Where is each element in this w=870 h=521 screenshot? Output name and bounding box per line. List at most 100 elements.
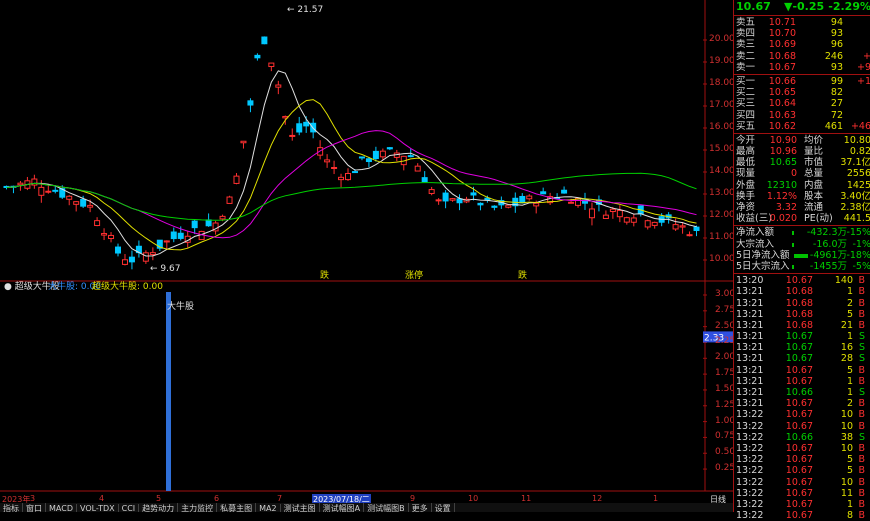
indicator-tab[interactable]: 设置 xyxy=(432,503,455,512)
candle-body xyxy=(297,124,302,132)
trade-row: 13:2210.675B xyxy=(734,454,870,465)
trade-side: S xyxy=(859,387,865,398)
trade-volume: 10 xyxy=(841,443,853,454)
bid-row-label: 买五 xyxy=(736,121,755,132)
stat-value: 10.90 xyxy=(770,135,797,146)
indicator-tab[interactable]: 私募主图 xyxy=(217,503,256,512)
indicator-tab[interactable]: 主力监控 xyxy=(178,503,217,512)
candle-body xyxy=(88,205,93,207)
time-axis-label: 4 xyxy=(99,494,104,503)
trade-volume: 5 xyxy=(847,365,853,376)
bid-row-value: 10.66 xyxy=(769,76,796,87)
stat-label: PE(动) xyxy=(804,213,833,224)
candle-body xyxy=(150,253,155,255)
trade-price: 10.68 xyxy=(786,309,813,320)
trade-price: 10.67 xyxy=(786,421,813,432)
candle-body xyxy=(46,191,51,192)
trade-side: B xyxy=(858,275,865,286)
stat-value: 3.32 xyxy=(776,202,797,213)
trade-time: 13:20 xyxy=(736,275,763,286)
candle-body xyxy=(450,199,455,201)
bid-row-volume: 82 xyxy=(831,87,843,98)
trade-row: 13:2210.6711B xyxy=(734,488,870,499)
indicator-tab[interactable]: 趋势动力 xyxy=(139,503,178,512)
candle-body xyxy=(53,190,58,191)
trade-volume: 1 xyxy=(847,376,853,387)
ma20-line xyxy=(7,131,697,238)
indicator-tabs: 指标窗口MACDVOL-TDXCCI趋势动力主力监控私募主图MA2测试主图测试幅… xyxy=(0,503,733,512)
trade-time: 13:22 xyxy=(736,409,763,420)
trade-price: 10.68 xyxy=(786,298,813,309)
trade-time: 13:22 xyxy=(736,443,763,454)
candle-body xyxy=(116,247,121,253)
ask-row: 卖一10.6793+9 xyxy=(734,62,870,73)
trade-volume: 10 xyxy=(841,409,853,420)
time-axis-label: 11 xyxy=(521,494,531,503)
price-tick-label: 17.00 xyxy=(709,100,735,110)
trade-volume: 5 xyxy=(847,309,853,320)
indicator-tab[interactable]: 更多 xyxy=(409,503,432,512)
indicator-tab[interactable]: 指标 xyxy=(0,503,23,512)
bid-row: 买四10.6372 xyxy=(734,110,870,121)
stat-value: 0.82 xyxy=(850,146,870,157)
indicator-tab[interactable]: 测试主图 xyxy=(281,503,320,512)
bid-row-volume: 461 xyxy=(825,121,843,132)
candle-body xyxy=(645,221,650,227)
stat-label: 内盘 xyxy=(804,180,823,191)
candle-body xyxy=(67,196,72,199)
candle-body xyxy=(569,202,574,203)
trade-price: 10.67 xyxy=(786,376,813,387)
trade-ticker[interactable]: 13:2010.67140B13:2110.681B13:2110.682B13… xyxy=(734,275,870,521)
candle-body xyxy=(415,166,420,171)
trade-time: 13:22 xyxy=(736,421,763,432)
candle-body xyxy=(18,183,23,185)
stat-value: 12310 xyxy=(767,180,797,191)
trade-time: 13:21 xyxy=(736,286,763,297)
candle-body xyxy=(694,227,699,230)
flow-row: 5日大宗流入-1455万-5% xyxy=(734,261,870,272)
chart-area[interactable]: ← 21.57← 9.67跌涨停跌● 超级大牛股大牛股: 0.00超级大牛股: … xyxy=(0,0,733,512)
bid-row-label: 买二 xyxy=(736,87,755,98)
candle-body xyxy=(352,172,357,173)
trade-row: 13:2210.671B xyxy=(734,499,870,510)
candle-body xyxy=(129,257,134,262)
trade-side: B xyxy=(858,421,865,432)
indicator-tab[interactable]: VOL-TDX xyxy=(77,504,119,512)
time-axis-label: 5 xyxy=(156,494,161,503)
candle-body xyxy=(304,122,309,126)
trade-side: B xyxy=(858,376,865,387)
candle-body xyxy=(541,192,546,194)
indicator-tab[interactable]: 测试幅图B xyxy=(364,503,409,512)
trade-side: S xyxy=(859,331,865,342)
indicator-tab[interactable]: MACD xyxy=(46,504,77,512)
candle-body xyxy=(562,190,567,193)
time-axis-label: 9 xyxy=(410,494,415,503)
trade-row: 13:2110.6716S xyxy=(734,342,870,353)
bid-row: 买三10.6427 xyxy=(734,98,870,109)
candle-body xyxy=(422,178,427,182)
trade-price: 10.67 xyxy=(786,454,813,465)
ask-row-volume: 93 xyxy=(831,28,843,39)
indicator-tab[interactable]: CCI xyxy=(119,504,140,512)
candle-body xyxy=(227,197,232,203)
kline-chart[interactable]: ← 21.57← 9.67跌涨停跌● 超级大牛股大牛股: 0.00超级大牛股: … xyxy=(0,0,733,512)
stat-row: 现量0总量2556 xyxy=(734,168,870,179)
price-tick-label: 13.00 xyxy=(709,188,735,198)
trade-row: 13:2110.681B xyxy=(734,286,870,297)
trade-time: 13:21 xyxy=(736,387,763,398)
trade-volume: 1 xyxy=(847,331,853,342)
indicator-tab[interactable]: MA2 xyxy=(256,504,280,512)
flow-label: 5日大宗流入 xyxy=(736,261,790,272)
stat-value: 1425 xyxy=(847,180,870,191)
candle-body xyxy=(346,173,351,179)
trade-volume: 5 xyxy=(847,454,853,465)
indicator-tab[interactable]: 测试幅图A xyxy=(320,503,364,512)
candle-body xyxy=(589,209,594,218)
trade-side: B xyxy=(858,454,865,465)
stat-label: 净资 xyxy=(736,202,755,213)
bid-row: 买五10.62461+46 xyxy=(734,121,870,132)
trade-volume: 10 xyxy=(841,421,853,432)
trade-volume: 38 xyxy=(841,432,853,443)
candle-body xyxy=(631,218,636,222)
indicator-tab[interactable]: 窗口 xyxy=(23,503,46,512)
